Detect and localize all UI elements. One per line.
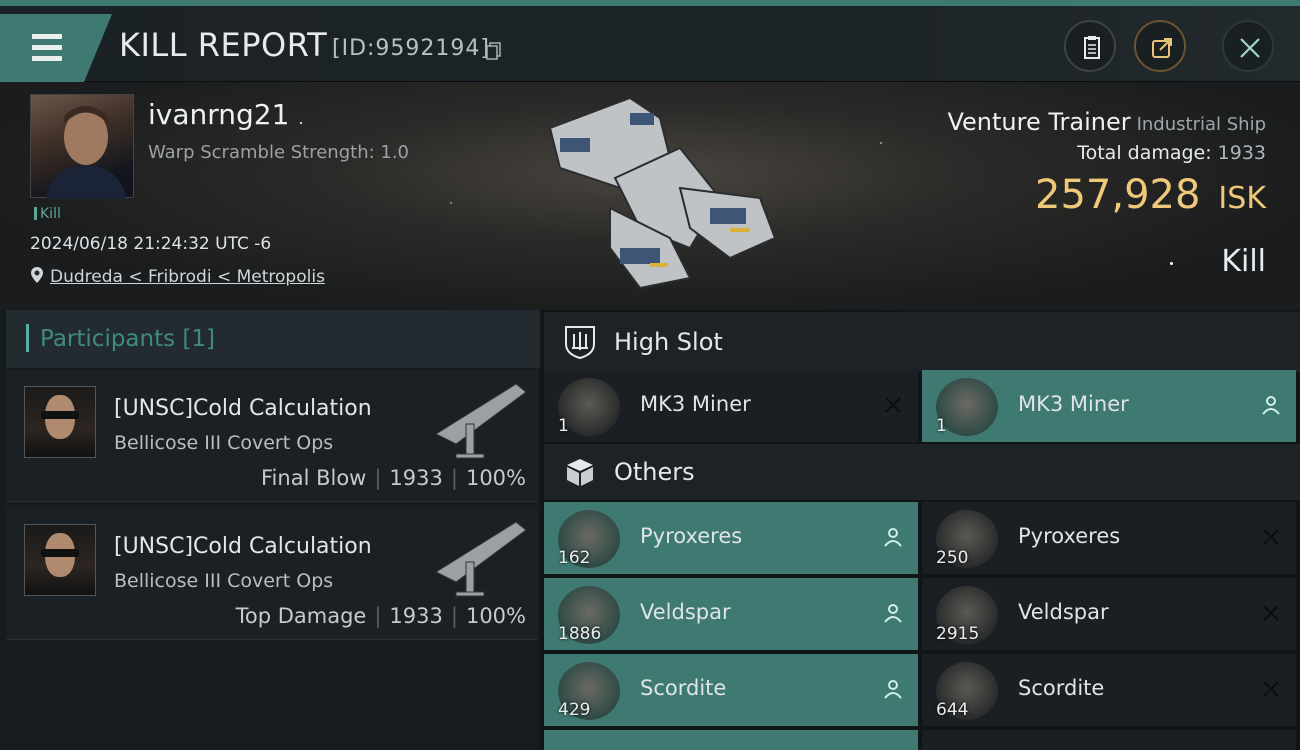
item-card[interactable]: 1 MK3 Miner [922,370,1296,442]
total-damage-label: Total damage: [1077,142,1212,164]
item-name: Veldspar [640,600,731,624]
item-name: MK3 Miner [640,392,751,416]
dropped-person-icon [884,604,902,623]
isk-unit: ISK [1218,181,1266,216]
dropped-person-icon [884,680,902,699]
total-damage-value: 1933 [1217,142,1266,164]
item-card[interactable]: 1 MK3 Miner [544,370,918,442]
high-slot-title: High Slot [614,328,723,356]
ship-name: Venture Trainer Industrial Ship [947,108,1266,136]
participant-card[interactable]: [UNSC]Cold Calculation Bellicose III Cov… [6,508,538,640]
participant-ship: Bellicose III Covert Ops [114,570,334,592]
weapon-icon [434,383,527,459]
participants-title: Participants [1] [40,326,215,352]
item-quantity: 1886 [558,624,602,644]
cube-icon [567,459,593,486]
high-slot-icon [565,326,595,360]
notes-button[interactable] [1064,20,1116,72]
destroyed-icon [1263,605,1279,621]
item-card[interactable]: 429 Scordite [544,654,918,726]
participant-card[interactable]: [UNSC]Cold Calculation Bellicose III Cov… [6,370,538,502]
copy-icon[interactable] [486,42,502,60]
result-label: Kill [1221,244,1266,279]
others-header: Others [544,444,1300,500]
weapon-icon [434,521,527,597]
participant-percent: 100% [465,466,526,490]
participant-percent: 100% [465,604,526,628]
report-id: [ID:9592194] [332,36,490,61]
participant-name: [UNSC]Cold Calculation [114,396,372,421]
close-icon [1240,38,1260,58]
item-quantity: 1 [558,416,569,436]
dropped-person-icon [1262,396,1280,415]
participant-name: [UNSC]Cold Calculation [114,534,372,559]
header-bar: KILL REPORT [ID:9592194] [0,6,1300,82]
participant-role: Top Damage [235,604,367,628]
share-icon [1152,38,1172,58]
item-name: Pyroxeres [640,524,743,548]
item-card[interactable]: 1886 Veldspar [544,578,918,650]
menu-button[interactable] [0,14,112,82]
item-quantity: 250 [936,548,969,568]
ship-class: Industrial Ship [1136,114,1266,135]
participants-header: Participants [1] [6,310,540,368]
destroyed-icon [885,397,901,413]
warp-scramble-strength: Warp Scramble Strength: 1.0 [148,142,410,163]
dropped-person-icon [884,528,902,547]
item-quantity: 644 [936,700,969,720]
item-card[interactable]: 644 Scordite [922,654,1296,726]
location-link[interactable]: Dudreda < Fribrodi < Metropolis [50,267,325,287]
item-name: Veldspar [1018,600,1109,624]
kill-datetime: 2024/06/18 21:24:32 UTC -6 [30,234,272,254]
ship-image [548,96,777,290]
item-quantity: 1 [936,416,947,436]
item-card[interactable]: 162 Pyroxeres [544,502,918,574]
item-name: MK3 Miner [1018,392,1129,416]
item-quantity: 162 [558,548,591,568]
item-name: Pyroxeres [1018,524,1121,548]
document-icon [1084,36,1100,59]
participant-stats: Top Damage | 1933 | 100% [235,604,526,628]
participant-role: Final Blow [261,466,367,490]
participant-damage: 1933 [389,604,443,628]
item-card-partial[interactable] [922,730,1296,750]
participant-damage: 1933 [389,466,443,490]
participant-avatar [24,524,96,596]
destroyed-icon [1263,681,1279,697]
participant-avatar [24,386,96,458]
isk-amount: 257,928 [1035,172,1201,218]
others-title: Others [614,458,695,486]
destroyed-icon [1263,529,1279,545]
item-quantity: 2915 [936,624,980,644]
kill-tag: Kill [34,206,61,222]
kill-location[interactable]: Dudreda < Fribrodi < Metropolis [30,266,325,287]
item-name: Scordite [640,676,727,700]
page-title: KILL REPORT [119,26,328,64]
item-card-partial[interactable] [544,730,918,750]
item-card[interactable]: 250 Pyroxeres [922,502,1296,574]
kill-summary-panel: ivanrng21 Warp Scramble Strength: 1.0 Ki… [0,82,1300,310]
portrait-image [46,106,126,199]
share-button[interactable] [1134,20,1186,72]
item-name: Scordite [1018,676,1105,700]
participant-stats: Final Blow | 1933 | 100% [261,466,526,490]
item-quantity: 429 [558,700,591,720]
participants-panel: Participants [1] [UNSC]Cold Calculation … [0,310,540,750]
victim-name: ivanrng21 [148,98,290,131]
ship-type-name: Venture Trainer [947,108,1131,136]
item-card[interactable]: 2915 Veldspar [922,578,1296,650]
isk-value: 257,928 ISK [1035,172,1266,218]
victim-portrait[interactable] [30,94,134,199]
participant-ship: Bellicose III Covert Ops [114,432,334,454]
total-damage: Total damage: 1933 [1077,142,1266,164]
close-button[interactable] [1222,20,1274,72]
location-pin-icon [31,267,43,283]
high-slot-header: High Slot [544,312,1300,372]
